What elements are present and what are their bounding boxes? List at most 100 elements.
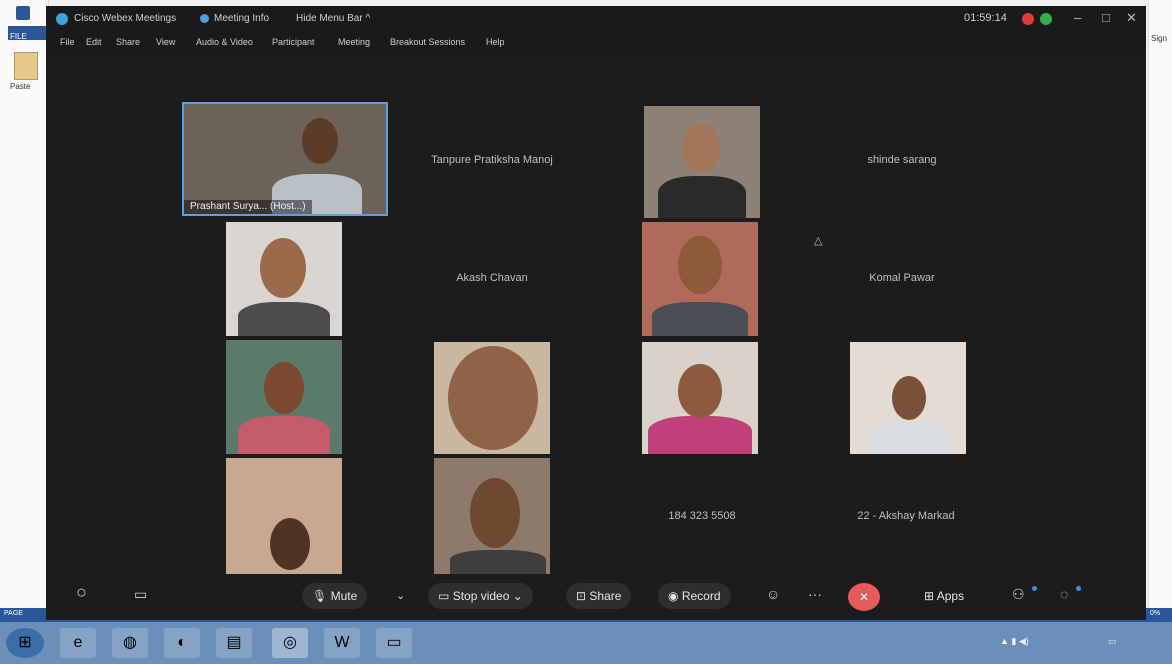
menu-meeting[interactable]: Meeting [338,37,370,47]
participant-head [682,124,720,172]
participant-head [892,376,926,420]
participant-head [264,362,304,414]
webex-icon: ◎ [283,634,297,651]
video-tile[interactable] [644,106,760,218]
page-indicator: PAGE [4,610,23,617]
video-tile[interactable] [226,458,342,574]
hide-menu-bar-button[interactable]: Hide Menu Bar ^ [296,13,370,24]
participants-notification-badge [1032,586,1037,591]
menu-view[interactable]: View [156,37,175,47]
word-right-pane: Sign [1148,0,1172,620]
stop-video-label: Stop video [452,589,510,603]
system-tray-icons[interactable]: ▲ ▮ ◀) [1000,636,1029,647]
video-tile[interactable] [434,458,550,574]
video-tile[interactable] [642,342,758,454]
windows-logo-icon: ⊞ [18,634,32,651]
menu-help[interactable]: Help [486,37,505,47]
record-label: Record [681,589,721,603]
participant-body [238,416,330,454]
video-options-chevron-icon: ⌄ [512,589,523,603]
participant-name-label: 184 323 5508 [668,510,736,522]
menu-audio-video[interactable]: Audio & Video [196,37,253,47]
share-label: Share [589,589,622,603]
participant-head [470,478,520,548]
warning-icon: △ [814,235,823,247]
taskbar-chrome[interactable]: ◍ [112,628,148,658]
video-camera-icon: ▭ [438,589,450,603]
paste-icon[interactable] [14,52,38,80]
video-tile[interactable] [434,342,550,454]
start-button[interactable]: ⊞ [6,628,44,658]
participant-head [678,364,722,418]
video-grid: Prashant Surya... (Host...) Tanpure Prat… [46,54,1146,574]
participants-icon[interactable]: ⚇ [1012,586,1025,603]
participant-head [260,238,306,298]
connection-status-icon [1040,13,1052,25]
more-options-icon[interactable]: ··· [808,586,822,602]
participant-name-label: Tanpure Pratiksha Manoj [431,154,553,166]
meeting-info-button[interactable]: Meeting Info [214,13,269,24]
participant-name-label: shinde sarang [867,154,937,166]
video-tile-host[interactable]: Prashant Surya... (Host...) [182,102,388,216]
mute-button[interactable]: 🎙 Mute [302,583,368,609]
taskbar-internet-explorer[interactable]: e [60,628,96,658]
participant-head [678,236,722,294]
share-button[interactable]: ⊡ Share [566,583,632,609]
title-bar: Cisco Webex Meetings Meeting Info Hide M… [46,6,1146,32]
close-icon[interactable]: ✕ [1126,10,1137,26]
menu-bar: File Edit Share View Audio & Video Parti… [46,32,1146,54]
webex-assistant-icon[interactable]: ○ [76,582,87,603]
microphone-icon: 🎙 [312,589,328,603]
share-screen-icon: ⊡ [576,589,587,603]
folder-icon: ▤ [226,634,242,651]
word-ribbon: FILE Paste [0,0,49,620]
record-icon: ◉ [668,589,679,603]
menu-share[interactable]: Share [116,37,140,47]
menu-participant[interactable]: Participant [272,37,315,47]
app-window-icon: ▭ [386,634,402,651]
participant-head [302,118,338,164]
webex-window: Cisco Webex Meetings Meeting Info Hide M… [46,6,1146,620]
menu-edit[interactable]: Edit [86,37,102,47]
participant-body [648,416,752,454]
chrome-icon: ◍ [123,634,137,651]
minimize-icon[interactable]: – [1074,10,1081,25]
stop-video-button[interactable]: ▭ Stop video ⌄ [428,583,533,609]
file-tab-label: FILE [10,32,27,41]
recording-indicator-icon [1022,13,1034,25]
menu-breakout-sessions[interactable]: Breakout Sessions [390,37,465,47]
file-tab[interactable]: FILE [8,26,48,41]
participant-head [270,518,310,570]
taskbar-firefox[interactable]: ◐ [164,628,200,658]
end-call-icon: ✕ [858,590,870,604]
video-tile[interactable] [226,222,342,336]
sign-label[interactable]: Sign [1151,34,1167,43]
internet-explorer-icon: e [73,634,83,651]
participant-body [238,302,330,336]
firefox-icon: ◐ [177,634,187,651]
taskbar-file-explorer[interactable]: ▤ [216,628,252,658]
video-tile[interactable] [850,342,966,454]
reactions-icon[interactable]: ☺ [766,586,780,602]
webex-logo-icon [56,13,68,25]
maximize-icon[interactable]: □ [1102,10,1110,25]
taskbar-clock[interactable]: ▭ [1108,636,1117,647]
chat-icon[interactable]: ◌ [1060,586,1068,602]
word-icon: W [334,634,350,651]
paste-label: Paste [10,82,31,91]
end-call-button[interactable]: ✕ [848,583,880,611]
mute-options-chevron-icon[interactable]: ⌄ [396,589,405,602]
record-button[interactable]: ◉ Record [658,583,731,609]
taskbar-webex[interactable]: ◎ [272,628,308,658]
video-tile[interactable] [642,222,758,336]
apps-icon: ⊞ [924,589,935,603]
participant-head [448,346,538,450]
mute-label: Mute [330,589,358,603]
menu-file[interactable]: File [60,37,75,47]
captions-icon[interactable]: ▭ [134,586,147,603]
video-tile[interactable] [226,340,342,454]
taskbar-word[interactable]: W [324,628,360,658]
app-title: Cisco Webex Meetings [74,13,177,24]
taskbar-other-app[interactable]: ▭ [376,628,412,658]
apps-button[interactable]: ⊞ Apps [914,583,974,609]
